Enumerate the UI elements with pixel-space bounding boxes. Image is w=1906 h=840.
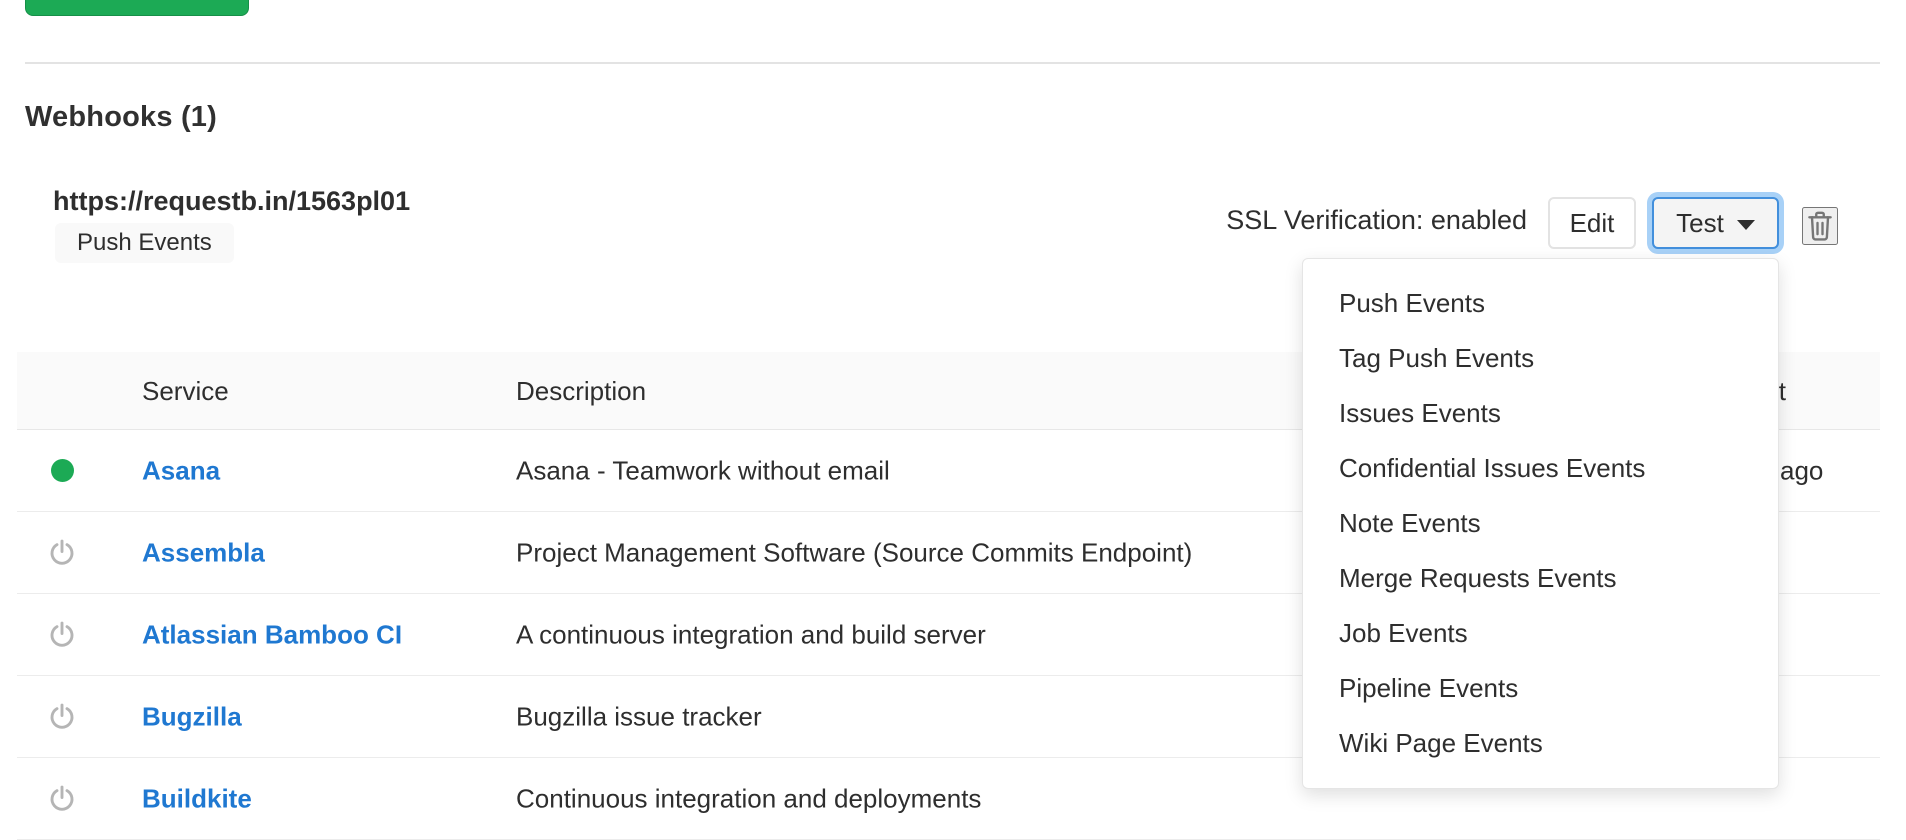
last-edit-value: ago bbox=[1780, 455, 1823, 486]
service-status-active-icon bbox=[45, 430, 79, 511]
power-icon bbox=[45, 594, 79, 675]
edit-button-label: Edit bbox=[1570, 208, 1615, 239]
service-description: Project Management Software (Source Comm… bbox=[516, 537, 1192, 568]
column-header-description: Description bbox=[516, 376, 646, 407]
chevron-down-icon bbox=[1737, 220, 1755, 230]
service-description: Asana - Teamwork without email bbox=[516, 455, 890, 486]
menu-item-confidential-issues-events[interactable]: Confidential Issues Events bbox=[1303, 441, 1778, 496]
menu-item-issues-events[interactable]: Issues Events bbox=[1303, 386, 1778, 441]
service-link-asana[interactable]: Asana bbox=[142, 455, 220, 486]
delete-webhook-button[interactable] bbox=[1802, 207, 1838, 245]
webhooks-heading: Webhooks (1) bbox=[25, 101, 217, 134]
edit-button[interactable]: Edit bbox=[1548, 197, 1636, 249]
add-webhook-button[interactable] bbox=[25, 0, 249, 16]
service-link-buildkite[interactable]: Buildkite bbox=[142, 783, 252, 814]
service-description: A continuous integration and build serve… bbox=[516, 619, 986, 650]
menu-item-wiki-page-events[interactable]: Wiki Page Events bbox=[1303, 716, 1778, 771]
test-dropdown-button[interactable]: Test bbox=[1652, 197, 1779, 249]
service-description: Bugzilla issue tracker bbox=[516, 701, 762, 732]
trash-icon bbox=[1805, 209, 1835, 243]
ssl-verification-status: SSL Verification: enabled bbox=[1226, 205, 1527, 236]
menu-item-job-events[interactable]: Job Events bbox=[1303, 606, 1778, 661]
power-icon bbox=[45, 512, 79, 593]
column-header-service: Service bbox=[142, 376, 229, 407]
menu-item-push-events[interactable]: Push Events bbox=[1303, 276, 1778, 331]
test-button-label: Test bbox=[1676, 208, 1724, 239]
menu-item-note-events[interactable]: Note Events bbox=[1303, 496, 1778, 551]
service-description: Continuous integration and deployments bbox=[516, 783, 981, 814]
menu-item-merge-requests-events[interactable]: Merge Requests Events bbox=[1303, 551, 1778, 606]
power-icon bbox=[45, 676, 79, 757]
menu-item-pipeline-events[interactable]: Pipeline Events bbox=[1303, 661, 1778, 716]
service-link-bugzilla[interactable]: Bugzilla bbox=[142, 701, 242, 732]
section-divider bbox=[25, 62, 1880, 64]
power-icon bbox=[45, 758, 79, 839]
service-link-assembla[interactable]: Assembla bbox=[142, 537, 265, 568]
webhook-url: https://requestb.in/1563pl01 bbox=[53, 186, 410, 217]
menu-item-tag-push-events[interactable]: Tag Push Events bbox=[1303, 331, 1778, 386]
service-link-atlassian-bamboo-ci[interactable]: Atlassian Bamboo CI bbox=[142, 619, 402, 650]
push-events-badge: Push Events bbox=[55, 223, 234, 263]
test-dropdown-menu: Push Events Tag Push Events Issues Event… bbox=[1302, 258, 1779, 789]
